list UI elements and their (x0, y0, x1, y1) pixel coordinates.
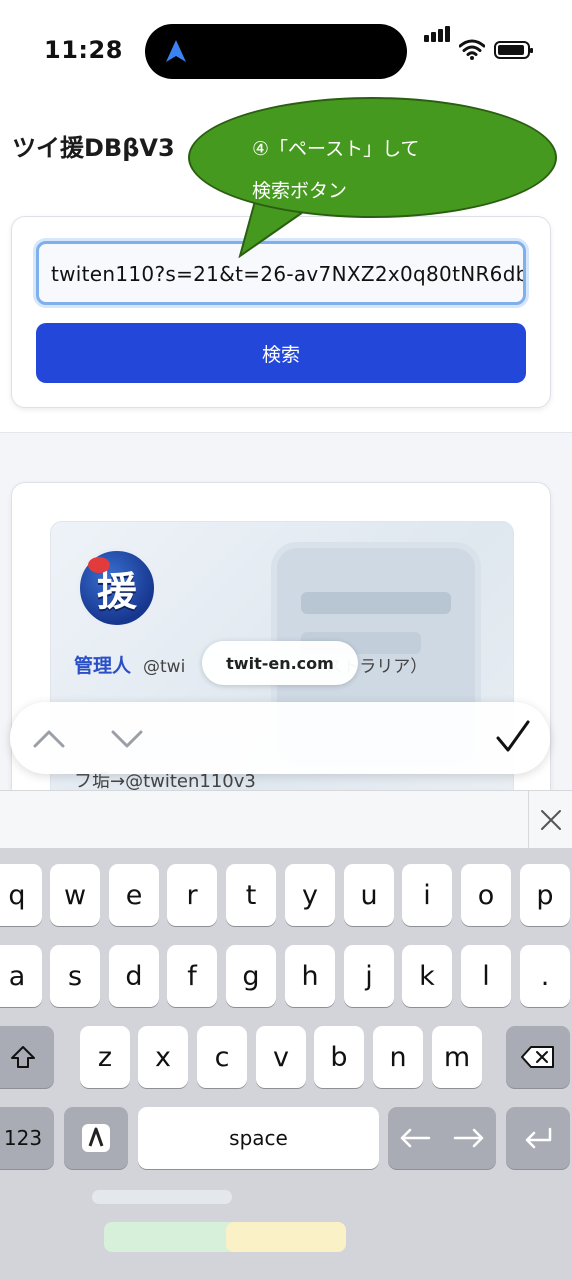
key-v[interactable]: v (256, 1026, 306, 1088)
close-icon (540, 810, 561, 830)
key-a[interactable]: a (0, 945, 42, 1007)
key-y[interactable]: y (285, 864, 335, 926)
backspace-icon (521, 1046, 554, 1068)
keyboard-toolbar (0, 790, 572, 849)
avatar[interactable]: 援 (77, 548, 157, 628)
annotation-line-1: ④「ペースト」して (252, 138, 420, 160)
key-h[interactable]: h (285, 945, 335, 1007)
key-d[interactable]: d (109, 945, 159, 1007)
key-i[interactable]: i (402, 864, 452, 926)
dynamic-island (145, 24, 407, 79)
status-bar: 11:28 (0, 0, 572, 100)
status-time: 11:28 (44, 36, 123, 64)
admin-name[interactable]: 管理人 (74, 655, 131, 677)
key-e[interactable]: e (109, 864, 159, 926)
keyboard-close-button[interactable] (528, 791, 572, 849)
key-j[interactable]: j (344, 945, 394, 1007)
url-input-value: twiten110?s=21&t=26-av7NXZ2x0q80tNR6dbg (51, 262, 526, 286)
annotation-text: ④「ペースト」して 検索ボタン (252, 128, 420, 212)
key-period[interactable]: . (520, 945, 570, 1007)
shift-key[interactable] (0, 1026, 54, 1088)
search-button[interactable]: 検索 (36, 323, 526, 383)
annotation-line-2: 検索ボタン (252, 180, 348, 202)
key-x[interactable]: x (138, 1026, 188, 1088)
numbers-key[interactable]: 123 (0, 1107, 54, 1169)
wifi-icon (459, 39, 485, 60)
return-key[interactable] (506, 1107, 570, 1169)
checkmark-done-icon[interactable] (494, 718, 532, 756)
keyboard: q w e r t y u i o p a s d f g h j k l . … (0, 848, 572, 1280)
key-t[interactable]: t (226, 864, 276, 926)
space-key[interactable]: space (138, 1107, 379, 1169)
key-b[interactable]: b (314, 1026, 364, 1088)
form-accessory-bar (10, 702, 550, 774)
key-q[interactable]: q (0, 864, 42, 926)
key-l[interactable]: l (461, 945, 511, 1007)
shift-icon (11, 1046, 35, 1068)
emoji-key[interactable] (64, 1107, 128, 1169)
key-n[interactable]: n (373, 1026, 423, 1088)
key-f[interactable]: f (167, 945, 217, 1007)
chevron-up-icon[interactable] (32, 722, 66, 756)
admin-handle: @twi (143, 657, 186, 677)
battery-icon (494, 41, 533, 59)
arrow-right-icon[interactable] (453, 1128, 485, 1148)
key-u[interactable]: u (344, 864, 394, 926)
key-z[interactable]: z (80, 1026, 130, 1088)
key-o[interactable]: o (461, 864, 511, 926)
key-g[interactable]: g (226, 945, 276, 1007)
key-r[interactable]: r (167, 864, 217, 926)
key-s[interactable]: s (50, 945, 100, 1007)
navigation-arrow-icon (166, 40, 186, 62)
key-c[interactable]: c (197, 1026, 247, 1088)
key-m[interactable]: m (432, 1026, 482, 1088)
key-p[interactable]: p (520, 864, 570, 926)
app-title: ツイ援DBβV3 (12, 134, 175, 162)
chevron-down-icon[interactable] (110, 722, 144, 756)
return-icon (525, 1127, 552, 1149)
backspace-key[interactable] (506, 1026, 570, 1088)
key-w[interactable]: w (50, 864, 100, 926)
key-k[interactable]: k (402, 945, 452, 1007)
domain-pill: twit-en.com (202, 641, 358, 685)
cursor-keys[interactable] (388, 1107, 496, 1169)
arrow-left-icon[interactable] (399, 1128, 431, 1148)
keyboard-app-icon (82, 1124, 110, 1152)
